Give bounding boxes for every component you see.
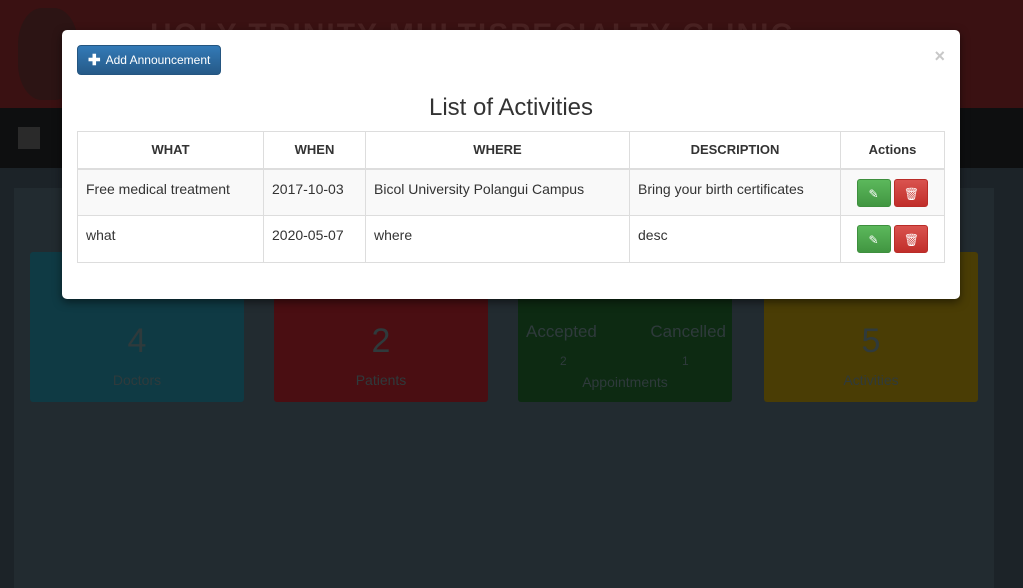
card-label: Appointments xyxy=(582,374,668,390)
cell-where: Bicol University Polangui Campus xyxy=(365,168,630,216)
table-header: WHAT WHEN WHERE DESCRIPTION Actions xyxy=(77,131,945,170)
pencil-icon: ✎ xyxy=(868,186,879,201)
cancelled-label: Cancelled xyxy=(650,322,726,341)
trash-icon: 🗑 xyxy=(903,186,920,201)
pencil-icon: ✎ xyxy=(868,233,879,247)
trash-icon: 🗑 xyxy=(903,233,920,247)
home-icon[interactable] xyxy=(18,127,40,149)
col-actions: Actions xyxy=(840,131,945,170)
cell-actions: ✎ 🗑 xyxy=(840,168,945,216)
activities-table: WHAT WHEN WHERE DESCRIPTION Actions Free… xyxy=(77,131,945,263)
card-number: 2 xyxy=(371,322,391,360)
cancelled-count: 1 xyxy=(682,354,689,368)
card-label: Doctors xyxy=(112,372,162,388)
edit-button[interactable]: ✎ xyxy=(856,178,891,207)
delete-button[interactable]: 🗑 xyxy=(894,225,929,253)
col-when: WHEN xyxy=(263,131,366,170)
accepted-label: Accepted xyxy=(526,322,597,341)
table-row: what 2020-05-07 where desc ✎ 🗑 xyxy=(77,215,945,263)
cell-description: desc xyxy=(629,215,841,263)
cell-where: where xyxy=(365,215,630,263)
card-label: Patients xyxy=(355,372,407,388)
close-icon[interactable]: × xyxy=(934,46,945,67)
cell-what: what xyxy=(77,215,264,263)
card-label: Activities xyxy=(843,372,899,388)
card-number: 4 xyxy=(127,322,147,360)
table-row: Free medical treatment 2017-10-03 Bicol … xyxy=(77,168,945,216)
cell-description: Bring your birth certificates xyxy=(629,168,841,216)
edit-button[interactable]: ✎ xyxy=(856,225,891,253)
col-description: DESCRIPTION xyxy=(629,131,841,170)
cell-actions: ✎ 🗑 xyxy=(840,215,945,263)
accepted-count: 2 xyxy=(560,354,567,368)
col-where: WHERE xyxy=(365,131,630,170)
cell-when: 2017-10-03 xyxy=(263,168,366,216)
modal-title: List of Activities xyxy=(428,94,594,121)
cell-what: Free medical treatment xyxy=(77,168,264,216)
add-announcement-button[interactable]: ✚ Add Announcement xyxy=(77,45,222,75)
cell-when: 2020-05-07 xyxy=(263,215,366,263)
col-what: WHAT xyxy=(77,131,264,170)
delete-button[interactable]: 🗑 xyxy=(894,178,929,207)
plus-icon: ✚ xyxy=(88,52,101,69)
add-announcement-label: Add Announcement xyxy=(105,53,211,67)
card-number: 5 xyxy=(861,322,881,360)
activities-modal: ✚ Add Announcement × List of Activities … xyxy=(62,30,960,299)
